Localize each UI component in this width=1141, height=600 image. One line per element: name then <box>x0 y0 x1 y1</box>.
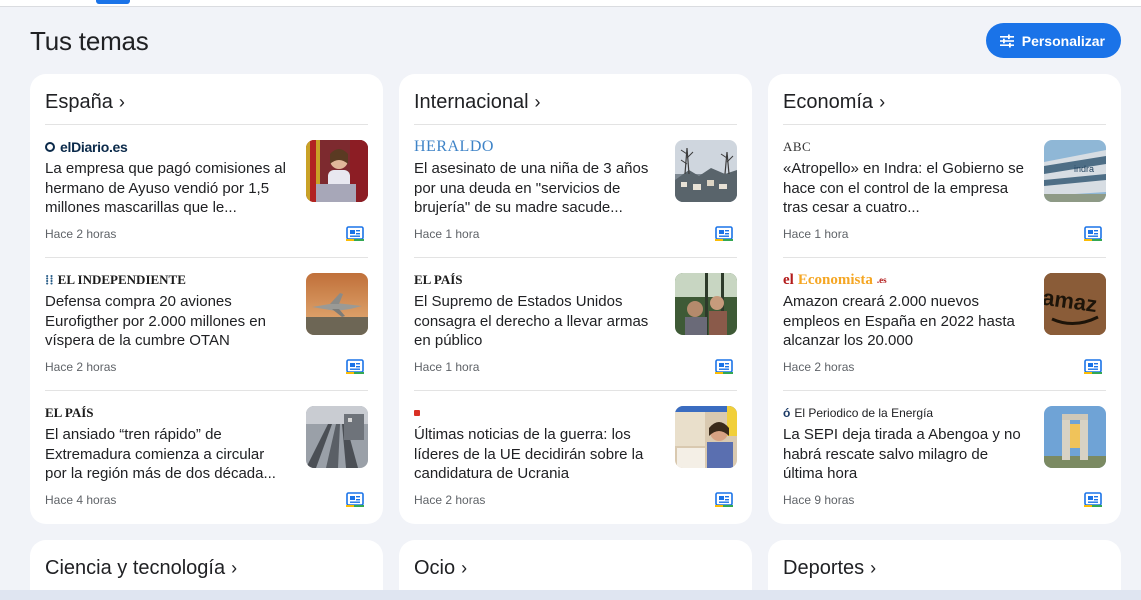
full-coverage-icon[interactable] <box>346 491 364 507</box>
story-thumbnail[interactable] <box>306 273 368 335</box>
full-coverage-icon[interactable] <box>1084 358 1102 374</box>
card-title: Internacional <box>414 90 529 113</box>
card-header[interactable]: Ciencia y tecnología › <box>45 540 368 591</box>
chevron-right-icon: › <box>870 557 877 578</box>
card-title: Ciencia y tecnología <box>45 556 226 579</box>
full-coverage-icon[interactable] <box>715 491 733 507</box>
full-coverage-icon[interactable] <box>346 225 364 241</box>
story-time: Hace 1 hora <box>783 227 849 241</box>
story-item[interactable]: ⁞⁞ EL INDEPENDIENTE Defensa compra 20 avi… <box>45 258 368 391</box>
card-header[interactable]: Economía › <box>783 74 1106 125</box>
source-logo-periodico-energia: ó El Periodico de la Energía <box>783 406 934 420</box>
source-logo-heraldo: HERALDO <box>414 138 494 155</box>
source-logo-elindependiente: ⁞⁞ EL INDEPENDIENTE <box>45 272 186 287</box>
story-time: Hace 2 horas <box>45 360 117 374</box>
source-logo-elpais: EL PAÍS <box>414 272 463 287</box>
card-header[interactable]: Internacional › <box>414 74 737 125</box>
source-logo-abc: ABC <box>783 139 812 154</box>
chevron-right-icon: › <box>461 557 468 578</box>
story-thumbnail[interactable]: indra <box>1044 140 1106 202</box>
active-tab-indicator <box>96 0 130 4</box>
chevron-right-icon: › <box>534 91 541 112</box>
chevron-right-icon: › <box>118 91 125 112</box>
taskbar-edge <box>0 590 1141 600</box>
personalize-button[interactable]: Personalizar <box>985 23 1121 58</box>
full-coverage-icon[interactable] <box>1084 491 1102 507</box>
topic-card-internacional: Internacional › HERALDO El asesinato de … <box>399 74 752 524</box>
story-time: Hace 4 horas <box>45 493 117 507</box>
story-thumbnail[interactable] <box>675 406 737 468</box>
story-thumbnail[interactable]: amaz <box>1044 273 1106 335</box>
story-thumbnail[interactable] <box>1044 406 1106 468</box>
card-title: Economía <box>783 90 874 113</box>
full-coverage-icon[interactable] <box>1084 225 1102 241</box>
tune-icon <box>999 34 1014 47</box>
story-thumbnail[interactable] <box>306 406 368 468</box>
heading-row: Tus temas Personalizar <box>30 22 1121 62</box>
chevron-right-icon: › <box>879 91 886 112</box>
personalize-label: Personalizar <box>1021 32 1105 49</box>
story-item[interactable]: el Economista .es Amazon creará 2.000 nuev… <box>783 258 1106 391</box>
story-thumbnail[interactable] <box>675 140 737 202</box>
chevron-right-icon: › <box>231 557 238 578</box>
topic-card-economia: Economía › ABC «Atropello» en Indra: el … <box>768 74 1121 524</box>
story-item[interactable]: elDiario.es La empresa que pagó comision… <box>45 125 368 258</box>
story-headline[interactable]: Amazon creará 2.000 nuevos empleos en Es… <box>783 292 1027 351</box>
story-headline[interactable]: El asesinato de una niña de 3 años por u… <box>414 159 658 218</box>
card-header[interactable]: España › <box>45 74 368 125</box>
card-title: Ocio <box>414 556 456 579</box>
topic-card-espana: España › elDiario.es La empresa que pagó… <box>30 74 383 524</box>
story-time: Hace 1 hora <box>414 360 480 374</box>
story-headline[interactable]: Defensa compra 20 aviones Eurofigther po… <box>45 292 289 351</box>
story-time: Hace 1 hora <box>414 227 480 241</box>
full-coverage-icon[interactable] <box>715 225 733 241</box>
story-time: Hace 2 horas <box>45 227 117 241</box>
story-time: Hace 2 horas <box>783 360 855 374</box>
source-logo-eldiario: elDiario.es <box>45 139 128 155</box>
card-title: España <box>45 90 113 113</box>
story-headline[interactable]: La empresa que pagó comisiones al herman… <box>45 159 289 218</box>
source-mark-icon <box>414 410 420 416</box>
story-item[interactable]: Últimas noticias de la guerra: los líder… <box>414 391 737 524</box>
story-item[interactable]: ABC «Atropello» en Indra: el Gobierno se… <box>783 125 1106 258</box>
story-headline[interactable]: El ansiado “tren rápido” de Extremadura … <box>45 425 289 484</box>
drop-icon: ó <box>783 406 791 420</box>
story-item[interactable]: ó El Periodico de la Energía La SEPI deja… <box>783 391 1106 524</box>
story-time: Hace 9 horas <box>783 493 855 507</box>
source-logo-unknown <box>414 405 424 421</box>
full-coverage-icon[interactable] <box>346 358 364 374</box>
card-header[interactable]: Ocio › <box>414 540 737 591</box>
card-title: Deportes <box>783 556 865 579</box>
story-headline[interactable]: Últimas noticias de la guerra: los líder… <box>414 425 658 484</box>
story-item[interactable]: EL PAÍS El Supremo de Estados Unidos con… <box>414 258 737 391</box>
page-title: Tus temas <box>30 26 149 56</box>
card-header[interactable]: Deportes › <box>783 540 1106 591</box>
story-thumbnail[interactable] <box>675 273 737 335</box>
source-logo-eleconomista: el Economista .es <box>783 271 887 288</box>
story-time: Hace 2 horas <box>414 493 486 507</box>
source-logo-elpais: EL PAÍS <box>45 405 94 420</box>
story-item[interactable]: HERALDO El asesinato de una niña de 3 añ… <box>414 125 737 258</box>
story-headline[interactable]: El Supremo de Estados Unidos consagra el… <box>414 292 658 351</box>
story-headline[interactable]: La SEPI deja tirada a Abengoa y no habrá… <box>783 425 1027 484</box>
story-headline[interactable]: «Atropello» en Indra: el Gobierno se hac… <box>783 159 1027 218</box>
svg-text:indra: indra <box>1074 164 1094 174</box>
story-item[interactable]: EL PAÍS El ansiado “tren rápido” de Extr… <box>45 391 368 524</box>
full-coverage-icon[interactable] <box>715 358 733 374</box>
top-nav-bar <box>0 0 1141 7</box>
story-thumbnail[interactable] <box>306 140 368 202</box>
